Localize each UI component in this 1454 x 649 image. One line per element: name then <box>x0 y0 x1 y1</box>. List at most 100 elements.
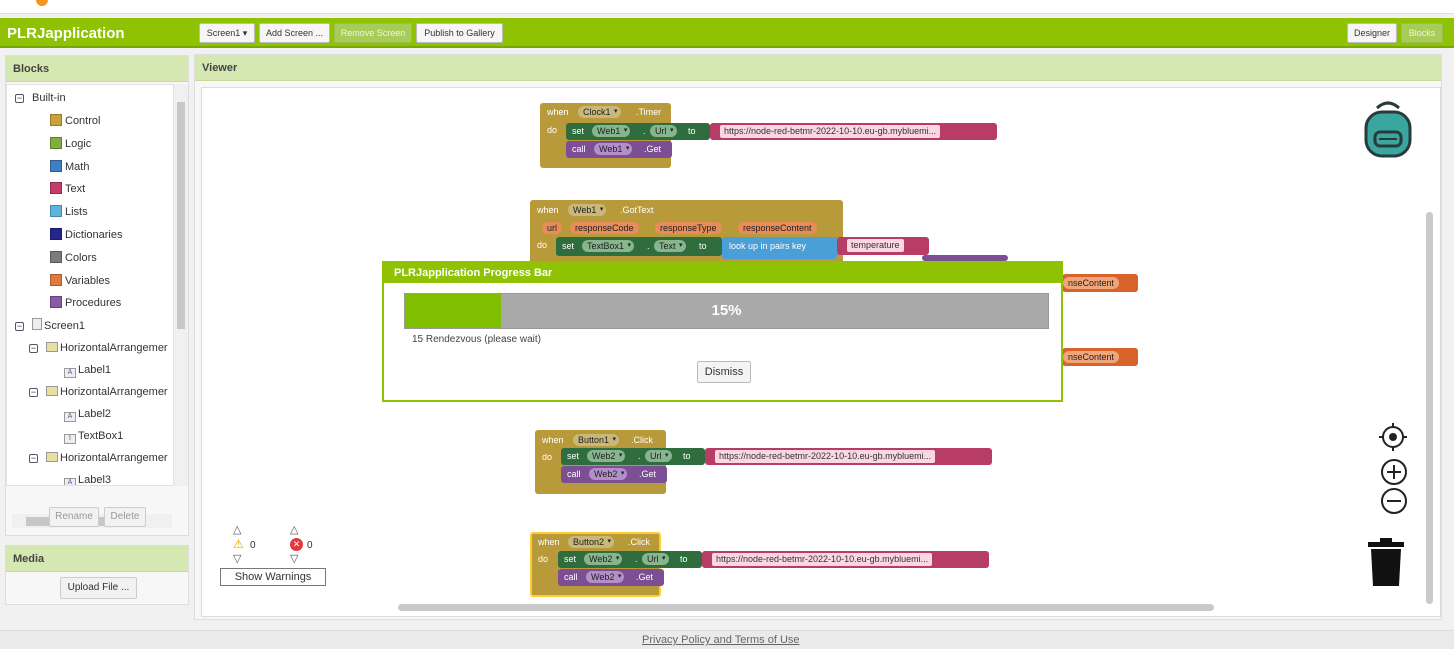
url-string[interactable]: https://node-red-betmr-2022-10-10.eu-gb.… <box>715 450 936 463</box>
component-dropdown[interactable]: Web2 <box>584 553 623 565</box>
designer-button[interactable]: Designer <box>1347 23 1397 43</box>
set-web2-url-block[interactable]: set Web2 . Url to <box>561 448 705 465</box>
component-dropdown[interactable]: Web1 <box>594 143 633 155</box>
url-string[interactable]: https://node-red-betmr-2022-10-10.eu-gb.… <box>720 125 941 138</box>
set-web1-url-block[interactable]: set Web1 . Url to <box>566 123 710 140</box>
property-dropdown[interactable]: Url <box>645 450 672 462</box>
delete-button[interactable]: Delete <box>104 507 146 527</box>
tree-item-colors[interactable]: Colors <box>50 248 97 268</box>
collapse-icon[interactable]: − <box>29 454 38 463</box>
tree-harr3[interactable]: − HorizontalArrangemer <box>29 448 168 468</box>
zoom-out-icon[interactable] <box>1380 487 1408 515</box>
component-dropdown[interactable]: Web1 <box>592 125 631 137</box>
tree-textbox1[interactable]: I TextBox1 <box>64 426 123 446</box>
property-dropdown[interactable]: Text <box>654 240 686 252</box>
tree-item-lists[interactable]: Lists <box>50 202 88 222</box>
collapse-icon[interactable]: − <box>15 94 24 103</box>
blocks-button[interactable]: Blocks <box>1401 23 1443 43</box>
tree-item-label: HorizontalArrangemer <box>60 342 168 354</box>
screen-dropdown[interactable]: Screen1 ▾ <box>199 23 255 43</box>
add-screen-button[interactable]: Add Screen ... <box>259 23 330 43</box>
tree-label1[interactable]: A Label1 <box>64 360 111 380</box>
zoom-in-icon[interactable] <box>1380 458 1408 486</box>
response-content-partial[interactable]: nseContent <box>1063 351 1120 363</box>
tree-item-procedures[interactable]: Procedures <box>50 293 121 313</box>
when-label: when <box>538 537 560 547</box>
errors-down-arrow-icon[interactable]: ▽ <box>290 552 298 565</box>
temperature-string[interactable]: temperature <box>847 239 904 252</box>
property-dropdown[interactable]: Url <box>642 553 669 565</box>
set-web2-url-block[interactable]: set Web2 . Url to <box>558 551 702 568</box>
show-warnings-button[interactable]: Show Warnings <box>220 568 326 586</box>
tree-item-logic[interactable]: Logic <box>50 134 91 154</box>
warnings-up-arrow-icon[interactable]: △ <box>233 523 241 536</box>
tree-item-math[interactable]: Math <box>50 157 89 177</box>
temperature-text-block[interactable]: temperature <box>837 237 929 255</box>
component-dropdown[interactable]: Button1 <box>573 434 620 446</box>
workspace-horizontal-scrollbar[interactable] <box>398 604 1214 611</box>
text-swatch-icon <box>50 182 62 194</box>
tree-label2[interactable]: A Label2 <box>64 404 111 424</box>
set-textbox1-text-block[interactable]: set TextBox1 . Text to <box>556 237 722 256</box>
tree-vertical-scrollbar[interactable] <box>174 84 188 486</box>
param-url[interactable]: url <box>542 222 563 234</box>
property-dropdown[interactable]: Url <box>650 125 677 137</box>
trash-icon[interactable] <box>1366 538 1406 588</box>
logic-swatch-icon <box>50 137 62 149</box>
param-response-code[interactable]: responseCode <box>570 222 639 234</box>
tree-harr2[interactable]: − HorizontalArrangemer <box>29 382 168 402</box>
workspace-vertical-scrollbar[interactable] <box>1426 212 1433 604</box>
upload-file-button[interactable]: Upload File ... <box>60 577 137 599</box>
tree-item-control[interactable]: Control <box>50 111 100 131</box>
progress-percent: 15% <box>711 302 742 319</box>
response-content-getter-1[interactable]: nseContent <box>1062 274 1138 292</box>
response-content-partial[interactable]: nseContent <box>1063 277 1120 289</box>
tree-builtin[interactable]: − Built-in <box>15 88 66 108</box>
progress-message: 15 Rendezvous (please wait) <box>412 334 541 345</box>
tree-item-label: HorizontalArrangemer <box>60 452 168 464</box>
param-response-content[interactable]: responseContent <box>738 222 817 234</box>
remove-screen-button[interactable]: Remove Screen <box>334 23 412 43</box>
component-dropdown[interactable]: TextBox1 <box>582 240 635 252</box>
response-content-getter-2[interactable]: nseContent <box>1062 348 1138 366</box>
lookup-pairs-block[interactable]: look up in pairs key <box>722 237 837 259</box>
tree-item-label: Label3 <box>78 474 112 486</box>
collapse-icon[interactable]: − <box>29 388 38 397</box>
tree-harr1[interactable]: − HorizontalArrangemer <box>29 338 168 358</box>
publish-gallery-button[interactable]: Publish to Gallery <box>416 23 503 43</box>
collapse-icon[interactable]: − <box>15 322 24 331</box>
event-name: .GotText <box>620 205 654 215</box>
scroll-thumb[interactable] <box>177 102 185 329</box>
url-text-block[interactable]: https://node-red-betmr-2022-10-10.eu-gb.… <box>705 448 992 465</box>
call-web2-get-block[interactable]: call Web2 .Get <box>561 466 667 483</box>
project-title: PLRJapplication <box>7 25 125 42</box>
progress-bar: 15% <box>404 293 1049 329</box>
call-web2-get-block[interactable]: call Web2 .Get <box>558 569 664 586</box>
collapse-icon[interactable]: − <box>29 344 38 353</box>
errors-up-arrow-icon[interactable]: △ <box>290 523 298 536</box>
call-web1-get-block[interactable]: call Web1 .Get <box>566 141 672 158</box>
arrangement-icon <box>46 386 58 396</box>
privacy-policy-link[interactable]: Privacy Policy and Terms of Use <box>642 634 800 646</box>
component-dropdown[interactable]: Web2 <box>587 450 626 462</box>
rename-button[interactable]: Rename <box>49 507 99 527</box>
warnings-down-arrow-icon[interactable]: ▽ <box>233 552 241 565</box>
tree-label3[interactable]: A Label3 <box>64 470 112 486</box>
component-dropdown[interactable]: Web1 <box>568 204 607 216</box>
component-dropdown[interactable]: Web2 <box>586 571 625 583</box>
tree-item-text[interactable]: Text <box>50 179 85 199</box>
url-text-block[interactable]: https://node-red-betmr-2022-10-10.eu-gb.… <box>702 551 989 568</box>
url-text-block[interactable]: https://node-red-betmr-2022-10-10.eu-gb.… <box>710 123 997 140</box>
param-response-type[interactable]: responseType <box>655 222 722 234</box>
dot-label: . <box>635 554 638 564</box>
tree-screen1[interactable]: − Screen1 <box>15 316 85 336</box>
component-dropdown[interactable]: Clock1 <box>578 106 621 118</box>
tree-item-dictionaries[interactable]: Dictionaries <box>50 225 122 245</box>
url-string[interactable]: https://node-red-betmr-2022-10-10.eu-gb.… <box>712 553 933 566</box>
backpack-icon[interactable] <box>1357 98 1419 160</box>
dismiss-button[interactable]: Dismiss <box>697 361 751 383</box>
tree-item-variables[interactable]: Variables <box>50 271 110 291</box>
component-dropdown[interactable]: Button2 <box>568 536 615 548</box>
component-dropdown[interactable]: Web2 <box>589 468 628 480</box>
recenter-icon[interactable] <box>1378 423 1408 451</box>
